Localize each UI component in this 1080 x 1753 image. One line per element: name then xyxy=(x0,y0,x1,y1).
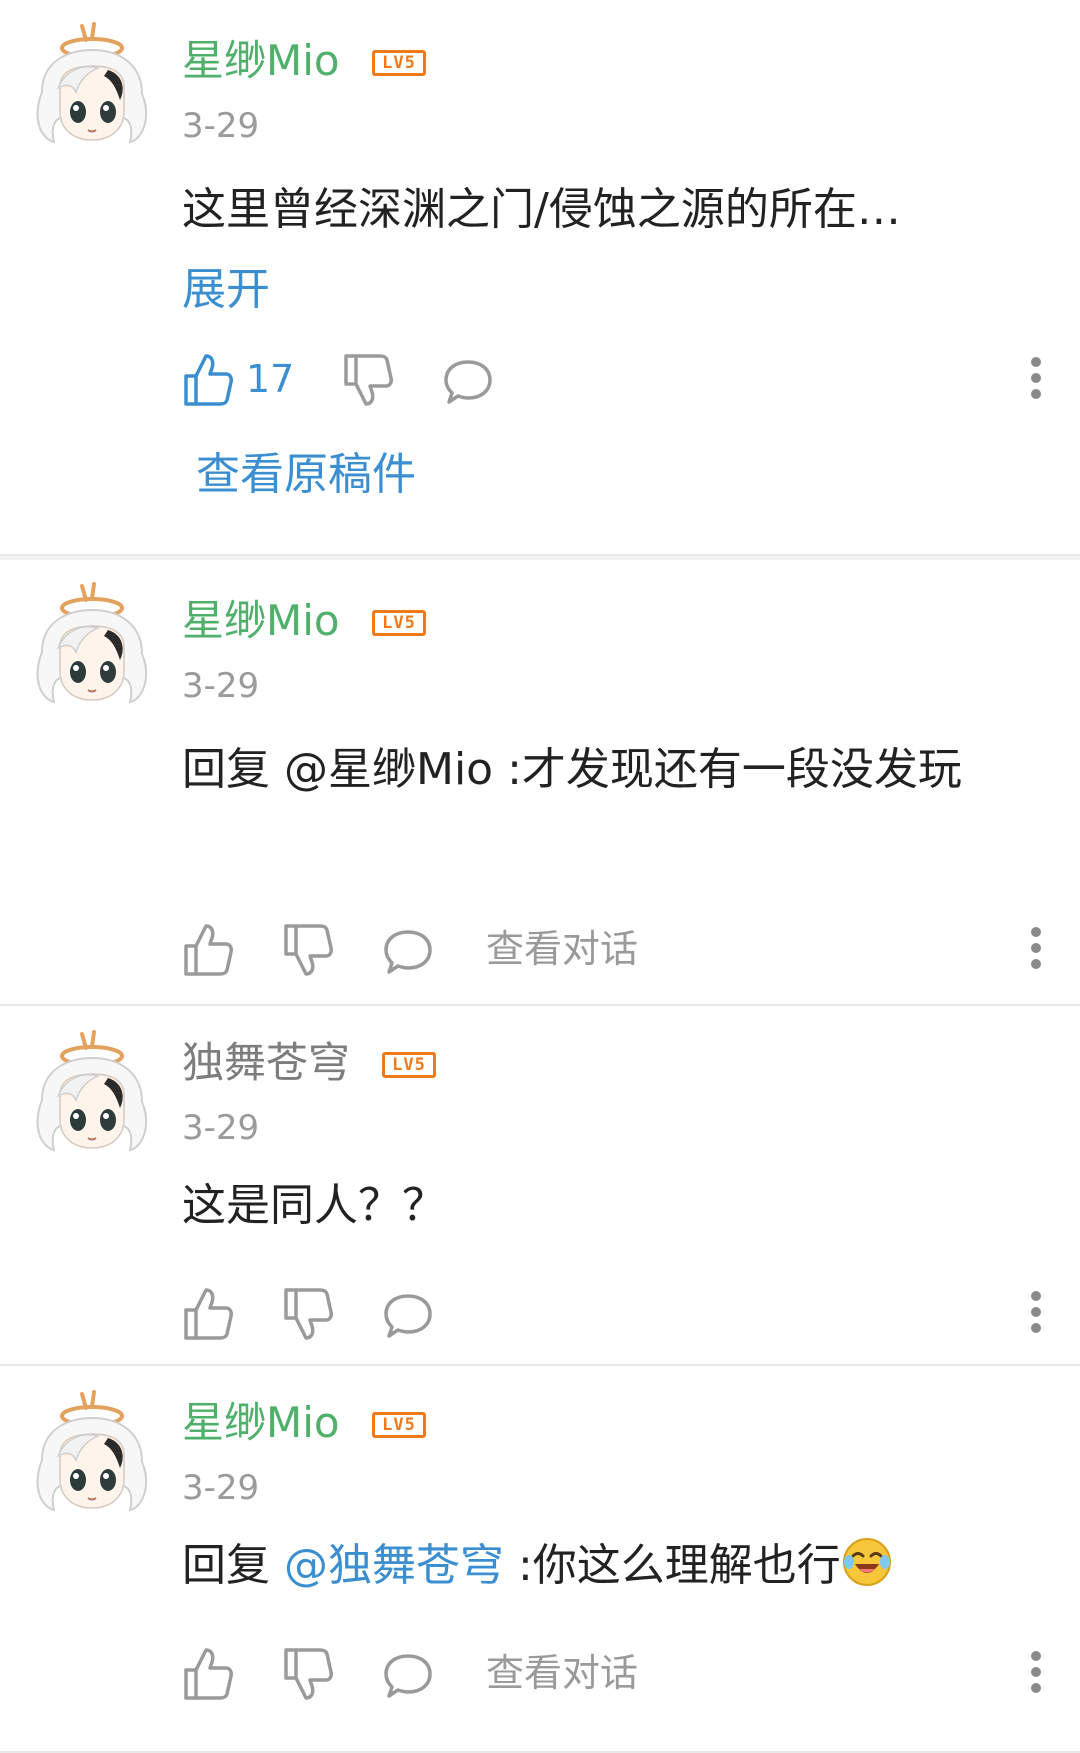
speech-bubble-icon[interactable] xyxy=(444,358,494,406)
comment-actions: 查看对话 xyxy=(182,1646,1042,1706)
comment-text: 回复 @独舞苍穹 :你这么理解也行 xyxy=(182,1526,1040,1606)
thumbs-up-icon[interactable] xyxy=(182,1286,234,1342)
vertical-dots-icon[interactable] xyxy=(1030,356,1042,400)
thumbs-up-icon[interactable] xyxy=(182,1646,234,1702)
comment-text: 这里曾经深渊之门/侵蚀之源的所在… 展开 xyxy=(182,170,1040,330)
reply-prefix: 回复 xyxy=(182,744,284,795)
comment-date: 3-29 xyxy=(182,1468,260,1508)
mention[interactable]: @独舞苍穹 xyxy=(284,1540,504,1591)
user-avatar[interactable] xyxy=(22,22,162,162)
comment-actions: 查看对话 xyxy=(182,922,1042,982)
view-original-link[interactable]: 查看原稿件 xyxy=(196,448,416,502)
level-badge: LV5 xyxy=(382,1052,436,1078)
thumbs-up-icon[interactable] xyxy=(182,352,234,408)
view-conversation-link[interactable]: 查看对话 xyxy=(486,1648,638,1698)
laughing-crying-emoji-icon xyxy=(842,1538,891,1586)
reply-text: :才发现还有一段没发玩 xyxy=(493,744,962,795)
username[interactable]: 星缈Mio xyxy=(182,596,340,646)
mention[interactable]: @星缈Mio xyxy=(284,744,493,795)
comment-date: 3-29 xyxy=(182,666,260,706)
comment-actions: 17 xyxy=(182,352,1042,412)
username[interactable]: 独舞苍穹 xyxy=(182,1038,350,1088)
comment-item: 星缈Mio LV5 3-29 回复 @星缈Mio :才发现还有一段没发玩 查看对… xyxy=(0,560,1080,1006)
view-conversation-link[interactable]: 查看对话 xyxy=(486,924,638,974)
user-avatar[interactable] xyxy=(22,1390,162,1530)
expand-link[interactable]: 展开 xyxy=(182,250,1040,330)
vertical-dots-icon[interactable] xyxy=(1030,926,1042,970)
thumbs-up-icon[interactable] xyxy=(182,922,234,978)
vertical-dots-icon[interactable] xyxy=(1030,1650,1042,1694)
comment-item: 独舞苍穹 LV5 3-29 这是同人？？ xyxy=(0,1006,1080,1366)
thumbs-down-icon[interactable] xyxy=(282,1646,334,1702)
comment-feed: 星缈Mio LV5 3-29 这里曾经深渊之门/侵蚀之源的所在… 展开 17 查… xyxy=(0,0,1080,1753)
comment-actions xyxy=(182,1286,1042,1346)
user-avatar[interactable] xyxy=(22,582,162,722)
speech-bubble-icon[interactable] xyxy=(384,1652,434,1700)
username[interactable]: 星缈Mio xyxy=(182,36,340,86)
comment-text-line: 这里曾经深渊之门/侵蚀之源的所在… xyxy=(182,184,901,235)
comment-text: 回复 @星缈Mio :才发现还有一段没发玩 xyxy=(182,730,1000,810)
level-badge: LV5 xyxy=(372,50,426,76)
like-count: 17 xyxy=(246,357,295,401)
speech-bubble-icon[interactable] xyxy=(384,928,434,976)
comment-date: 3-29 xyxy=(182,1108,260,1148)
comment-item: 星缈Mio LV5 3-29 回复 @独舞苍穹 :你这么理解也行 查看对话 xyxy=(0,1366,1080,1753)
comment-date: 3-29 xyxy=(182,106,260,146)
user-avatar[interactable] xyxy=(22,1030,162,1170)
thumbs-down-icon[interactable] xyxy=(282,1286,334,1342)
reply-text: :你这么理解也行 xyxy=(504,1540,841,1591)
thumbs-down-icon[interactable] xyxy=(342,352,394,408)
username[interactable]: 星缈Mio xyxy=(182,1398,340,1448)
reply-prefix: 回复 xyxy=(182,1540,284,1591)
comment-text: 这是同人？？ xyxy=(182,1180,446,1231)
level-badge: LV5 xyxy=(372,1412,426,1438)
comment-item: 星缈Mio LV5 3-29 这里曾经深渊之门/侵蚀之源的所在… 展开 17 查… xyxy=(0,0,1080,556)
level-badge: LV5 xyxy=(372,610,426,636)
vertical-dots-icon[interactable] xyxy=(1030,1290,1042,1334)
thumbs-down-icon[interactable] xyxy=(282,922,334,978)
speech-bubble-icon[interactable] xyxy=(384,1292,434,1340)
